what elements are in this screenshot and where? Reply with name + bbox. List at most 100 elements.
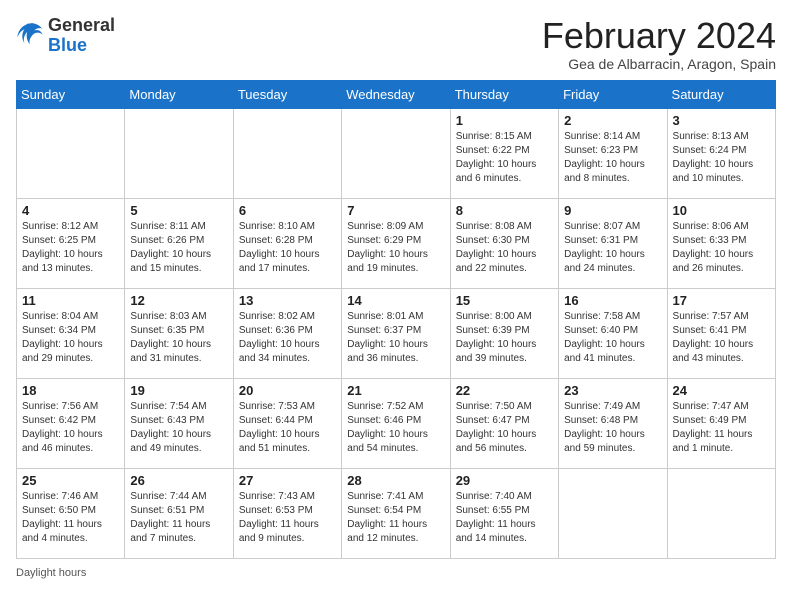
- title-area: February 2024 Gea de Albarracin, Aragon,…: [542, 16, 776, 72]
- day-number: 6: [239, 203, 336, 218]
- day-cell: 28Sunrise: 7:41 AMSunset: 6:54 PMDayligh…: [342, 468, 450, 558]
- day-cell: [667, 468, 775, 558]
- day-cell: 18Sunrise: 7:56 AMSunset: 6:42 PMDayligh…: [17, 378, 125, 468]
- day-number: 25: [22, 473, 119, 488]
- day-info: Sunrise: 8:10 AMSunset: 6:28 PMDaylight:…: [239, 220, 336, 276]
- daylight-label: Daylight hours: [16, 567, 86, 579]
- day-info: Sunrise: 7:44 AMSunset: 6:51 PMDaylight:…: [130, 490, 227, 546]
- day-info: Sunrise: 8:09 AMSunset: 6:29 PMDaylight:…: [347, 220, 444, 276]
- day-number: 17: [673, 293, 770, 308]
- day-info: Sunrise: 7:43 AMSunset: 6:53 PMDaylight:…: [239, 490, 336, 546]
- day-cell: 26Sunrise: 7:44 AMSunset: 6:51 PMDayligh…: [125, 468, 233, 558]
- logo-bird-icon: [16, 22, 44, 46]
- day-cell: [17, 108, 125, 198]
- day-number: 28: [347, 473, 444, 488]
- day-number: 12: [130, 293, 227, 308]
- day-cell: 27 Sunrise: 7:43 AMSunset: 6:53 PMDayligh…: [233, 468, 341, 558]
- day-info: Sunrise: 8:08 AMSunset: 6:30 PMDaylight:…: [456, 220, 553, 276]
- day-cell: 21 Sunrise: 7:52 AMSunset: 6:46 PMDayligh…: [342, 378, 450, 468]
- day-info: Sunrise: 7:54 AMSunset: 6:43 PMDaylight:…: [130, 400, 227, 456]
- column-header-thursday: Thursday: [450, 80, 558, 108]
- day-number: 19: [130, 383, 227, 398]
- logo-general: General: [48, 16, 115, 36]
- day-cell: 2 Sunrise: 8:14 AMSunset: 6:23 PMDaylight…: [559, 108, 667, 198]
- day-cell: 20Sunrise: 7:53 AMSunset: 6:44 PMDayligh…: [233, 378, 341, 468]
- column-header-wednesday: Wednesday: [342, 80, 450, 108]
- calendar-title: February 2024: [542, 16, 776, 56]
- week-row-1: 1Sunrise: 8:15 AMSunset: 6:22 PMDaylight…: [17, 108, 776, 198]
- day-info: Sunrise: 8:01 AMSunset: 6:37 PMDaylight:…: [347, 310, 444, 366]
- day-cell: 9 Sunrise: 8:07 AMSunset: 6:31 PMDaylight…: [559, 198, 667, 288]
- day-info: Sunrise: 8:03 AMSunset: 6:35 PMDaylight:…: [130, 310, 227, 366]
- day-cell: 14 Sunrise: 8:01 AMSunset: 6:37 PMDayligh…: [342, 288, 450, 378]
- day-number: 2: [564, 113, 661, 128]
- day-info: Sunrise: 7:47 AMSunset: 6:49 PMDaylight:…: [673, 400, 770, 456]
- day-number: 8: [456, 203, 553, 218]
- day-info: Sunrise: 8:06 AMSunset: 6:33 PMDaylight:…: [673, 220, 770, 276]
- day-info: Sunrise: 8:13 AMSunset: 6:24 PMDaylight:…: [673, 130, 770, 186]
- logo: General Blue: [16, 16, 115, 56]
- day-cell: 29Sunrise: 7:40 AMSunset: 6:55 PMDayligh…: [450, 468, 558, 558]
- footer-note: Daylight hours: [16, 567, 776, 579]
- column-header-sunday: Sunday: [17, 80, 125, 108]
- day-info: Sunrise: 8:04 AMSunset: 6:34 PMDaylight:…: [22, 310, 119, 366]
- day-cell: 4Sunrise: 8:12 AMSunset: 6:25 PMDaylight…: [17, 198, 125, 288]
- day-number: 10: [673, 203, 770, 218]
- day-number: 5: [130, 203, 227, 218]
- day-info: Sunrise: 7:53 AMSunset: 6:44 PMDaylight:…: [239, 400, 336, 456]
- day-cell: 3Sunrise: 8:13 AMSunset: 6:24 PMDaylight…: [667, 108, 775, 198]
- day-cell: 23 Sunrise: 7:49 AMSunset: 6:48 PMDayligh…: [559, 378, 667, 468]
- day-cell: 19 Sunrise: 7:54 AMSunset: 6:43 PMDayligh…: [125, 378, 233, 468]
- header-row: SundayMondayTuesdayWednesdayThursdayFrid…: [17, 80, 776, 108]
- day-cell: 13Sunrise: 8:02 AMSunset: 6:36 PMDayligh…: [233, 288, 341, 378]
- day-cell: 12 Sunrise: 8:03 AMSunset: 6:35 PMDayligh…: [125, 288, 233, 378]
- day-info: Sunrise: 8:12 AMSunset: 6:25 PMDaylight:…: [22, 220, 119, 276]
- day-number: 9: [564, 203, 661, 218]
- day-info: Sunrise: 7:58 AMSunset: 6:40 PMDaylight:…: [564, 310, 661, 366]
- day-cell: 11 Sunrise: 8:04 AMSunset: 6:34 PMDayligh…: [17, 288, 125, 378]
- day-cell: 6 Sunrise: 8:10 AMSunset: 6:28 PMDaylight…: [233, 198, 341, 288]
- day-info: Sunrise: 8:07 AMSunset: 6:31 PMDaylight:…: [564, 220, 661, 276]
- day-info: Sunrise: 7:46 AMSunset: 6:50 PMDaylight:…: [22, 490, 119, 546]
- day-info: Sunrise: 7:50 AMSunset: 6:47 PMDaylight:…: [456, 400, 553, 456]
- day-number: 15: [456, 293, 553, 308]
- day-cell: [342, 108, 450, 198]
- day-info: Sunrise: 8:00 AMSunset: 6:39 PMDaylight:…: [456, 310, 553, 366]
- day-cell: [559, 468, 667, 558]
- day-cell: 25 Sunrise: 7:46 AMSunset: 6:50 PMDayligh…: [17, 468, 125, 558]
- column-header-monday: Monday: [125, 80, 233, 108]
- day-number: 29: [456, 473, 553, 488]
- day-cell: 17Sunrise: 7:57 AMSunset: 6:41 PMDayligh…: [667, 288, 775, 378]
- day-cell: 22 Sunrise: 7:50 AMSunset: 6:47 PMDayligh…: [450, 378, 558, 468]
- day-number: 18: [22, 383, 119, 398]
- day-number: 22: [456, 383, 553, 398]
- day-number: 13: [239, 293, 336, 308]
- day-info: Sunrise: 8:15 AMSunset: 6:22 PMDaylight:…: [456, 130, 553, 186]
- day-cell: 1Sunrise: 8:15 AMSunset: 6:22 PMDaylight…: [450, 108, 558, 198]
- day-cell: 7 Sunrise: 8:09 AMSunset: 6:29 PMDaylight…: [342, 198, 450, 288]
- day-cell: 24Sunrise: 7:47 AMSunset: 6:49 PMDayligh…: [667, 378, 775, 468]
- day-cell: 16 Sunrise: 7:58 AMSunset: 6:40 PMDayligh…: [559, 288, 667, 378]
- day-cell: 8 Sunrise: 8:08 AMSunset: 6:30 PMDaylight…: [450, 198, 558, 288]
- day-number: 14: [347, 293, 444, 308]
- day-number: 27: [239, 473, 336, 488]
- day-number: 23: [564, 383, 661, 398]
- day-number: 16: [564, 293, 661, 308]
- day-number: 21: [347, 383, 444, 398]
- day-cell: 5 Sunrise: 8:11 AMSunset: 6:26 PMDaylight…: [125, 198, 233, 288]
- day-info: Sunrise: 8:14 AMSunset: 6:23 PMDaylight:…: [564, 130, 661, 186]
- day-cell: 15 Sunrise: 8:00 AMSunset: 6:39 PMDayligh…: [450, 288, 558, 378]
- column-header-tuesday: Tuesday: [233, 80, 341, 108]
- logo-blue: Blue: [48, 36, 115, 56]
- day-number: 11: [22, 293, 119, 308]
- column-header-saturday: Saturday: [667, 80, 775, 108]
- day-cell: [233, 108, 341, 198]
- calendar-table: SundayMondayTuesdayWednesdayThursdayFrid…: [16, 80, 776, 559]
- day-info: Sunrise: 8:11 AMSunset: 6:26 PMDaylight:…: [130, 220, 227, 276]
- day-number: 7: [347, 203, 444, 218]
- week-row-5: 25 Sunrise: 7:46 AMSunset: 6:50 PMDayligh…: [17, 468, 776, 558]
- day-info: Sunrise: 7:52 AMSunset: 6:46 PMDaylight:…: [347, 400, 444, 456]
- week-row-4: 18Sunrise: 7:56 AMSunset: 6:42 PMDayligh…: [17, 378, 776, 468]
- day-info: Sunrise: 7:49 AMSunset: 6:48 PMDaylight:…: [564, 400, 661, 456]
- week-row-2: 4Sunrise: 8:12 AMSunset: 6:25 PMDaylight…: [17, 198, 776, 288]
